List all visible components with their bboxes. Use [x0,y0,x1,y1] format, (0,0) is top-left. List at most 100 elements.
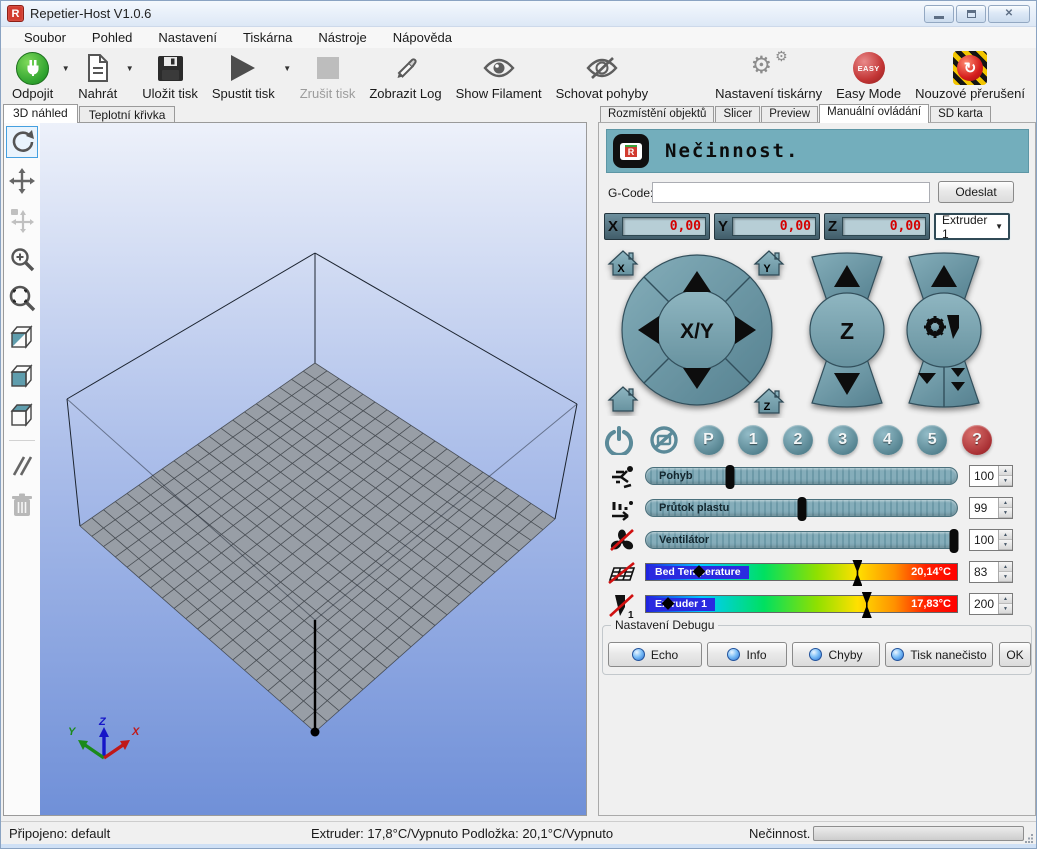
bed-temp-target-marker[interactable] [852,560,862,586]
bed-temp-spinner[interactable]: 83 ▲▼ [969,561,1013,583]
manual-control-panel: R Nečinnost. G-Code: Odeslat X 0,00 Y 0,… [598,122,1036,816]
3d-viewport[interactable]: Y Z X [40,123,586,815]
load-button[interactable]: Nahrát [71,50,124,101]
park-button[interactable]: P [694,425,724,455]
z-pad[interactable]: Z [810,253,884,407]
zoom-in-button[interactable] [6,243,38,275]
resize-grip[interactable] [1025,831,1033,839]
send-gcode-button[interactable]: Odeslat [938,181,1014,203]
debug-errors-button[interactable]: Chyby [792,642,880,667]
preset-2-button[interactable]: 2 [783,425,813,455]
quick-buttons-row: P 1 2 3 4 5 ? [604,424,992,456]
top-view-button[interactable] [6,399,38,431]
home-x-button[interactable]: X [609,251,637,275]
debug-dry-run-button[interactable]: Tisk nanečisto [885,642,993,667]
tab-preview[interactable]: Preview [761,106,818,123]
spin-up-icon: ▲ [999,466,1012,476]
y-position-display: Y 0,00 [714,213,820,240]
tab-sd-card[interactable]: SD karta [930,106,991,123]
extruder-temp-target-marker[interactable] [862,592,872,618]
help-button[interactable]: ? [962,425,992,455]
feedrate-slider[interactable]: Pohyb [645,467,958,485]
kill-print-button: Zrušit tisk [293,50,363,101]
home-z-button[interactable]: Z [755,389,783,413]
extruder-select[interactable]: Extruder 1 ▼ [934,213,1010,240]
movement-pads: X Y Z X/Y [602,247,1034,423]
flow-icon [604,496,640,522]
easy-mode-button[interactable]: EASY Easy Mode [829,50,908,101]
iso-view-button[interactable] [6,321,38,353]
spin-down-icon: ▼ [999,540,1012,550]
move-view-button[interactable] [6,165,38,197]
parallel-icon [9,453,35,479]
home-y-button[interactable]: Y [755,251,783,275]
menu-nastaveni[interactable]: Nastavení [145,28,230,47]
menu-napoveda[interactable]: Nápověda [380,28,465,47]
fan-thumb[interactable] [949,529,958,553]
debug-info-button[interactable]: Info [707,642,787,667]
xy-pad[interactable]: X/Y [622,255,772,405]
fan-slider[interactable]: Ventilátor [645,531,958,549]
menu-soubor[interactable]: Soubor [11,28,79,47]
zoom-fit-button[interactable] [6,282,38,314]
fan-off-icon [604,528,640,554]
play-icon [230,54,256,82]
preset-1-button[interactable]: 1 [738,425,768,455]
power-button[interactable] [604,425,634,455]
feedrate-spinner[interactable]: 100 ▲▼ [969,465,1013,487]
close-button[interactable]: ✕ [988,5,1030,23]
feedrate-thumb[interactable] [725,465,734,489]
extruder-temp-spinner[interactable]: 200 ▲▼ [969,593,1013,615]
gcode-input[interactable] [652,182,930,203]
gcode-label: G-Code: [608,186,653,200]
restore-button[interactable] [956,5,986,23]
front-view-button[interactable] [6,360,38,392]
disconnect-dropdown-arrow[interactable]: ▼ [60,50,71,87]
extruder-pad[interactable] [907,253,981,407]
fan-spinner[interactable]: 100 ▲▼ [969,529,1013,551]
printer-state-text: Nečinnost. [665,140,799,162]
rotate-view-button[interactable] [6,126,38,158]
menu-tiskarna[interactable]: Tiskárna [230,28,305,47]
tab-3d-view[interactable]: 3D náhled [3,104,78,123]
save-print-button[interactable]: Uložit tisk [135,50,205,101]
show-log-button[interactable]: Zobrazit Log [362,50,448,101]
tab-object-placement[interactable]: Rozmístění objektů [600,106,714,123]
menu-nastroje[interactable]: Nástroje [305,28,379,47]
app-window: R Repetier-Host V1.0.6 ✕ Soubor Pohled N… [0,0,1037,849]
menu-pohled[interactable]: Pohled [79,28,145,47]
tab-temperature-curve[interactable]: Teplotní křivka [79,106,176,123]
window-bottom-border [1,844,1036,849]
load-dropdown-arrow[interactable]: ▼ [124,50,135,87]
printer-settings-button[interactable]: ⚙⚙ Nastavení tiskárny [708,50,829,101]
preset-4-button[interactable]: 4 [873,425,903,455]
start-print-button[interactable]: Spustit tisk [205,50,282,101]
debug-echo-button[interactable]: Echo [608,642,702,667]
motors-off-button[interactable] [649,425,679,455]
preset-5-button[interactable]: 5 [917,425,947,455]
emergency-icon: ↻ [953,51,987,85]
start-dropdown-arrow[interactable]: ▼ [282,50,293,87]
minimize-button[interactable] [924,5,954,23]
debug-ok-button[interactable]: OK [999,642,1031,667]
tab-manual-control[interactable]: Manuální ovládání [819,104,929,123]
iso-view-icon [8,323,36,351]
flow-thumb[interactable] [797,497,806,521]
tab-slicer[interactable]: Slicer [715,106,760,123]
eye-slash-icon [586,56,618,80]
svg-text:Z: Z [764,401,771,413]
bed-temp-slider[interactable]: Bed Temperature 20,14°C [645,563,958,581]
extruder-temp-slider[interactable]: Extruder 1 17,83°C [645,595,958,613]
flow-spinner[interactable]: 99 ▲▼ [969,497,1013,519]
preset-3-button[interactable]: 3 [828,425,858,455]
flow-slider[interactable]: Průtok plastu [645,499,958,517]
emergency-stop-button[interactable]: ↻ Nouzové přerušení [908,50,1032,101]
disconnect-button[interactable]: Odpojit [5,50,60,101]
title-bar: R Repetier-Host V1.0.6 ✕ [1,1,1036,27]
window-title: Repetier-Host V1.0.6 [30,6,151,21]
show-filament-button[interactable]: Show Filament [449,50,549,101]
hide-travel-button[interactable]: Schovat pohyby [549,50,656,101]
home-all-button[interactable] [609,387,637,411]
parallel-projection-button[interactable] [6,450,38,482]
origin-dot [311,728,320,737]
